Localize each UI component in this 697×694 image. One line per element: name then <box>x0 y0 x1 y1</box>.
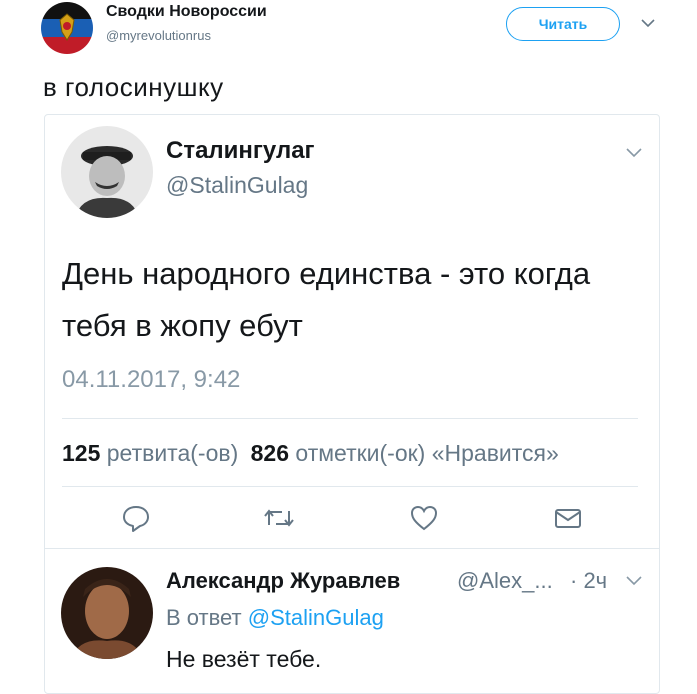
tweet-stats: 125 ретвита(-ов) 826 отметки(-ок) «Нрави… <box>62 440 659 467</box>
in-reply-handle-link[interactable]: @StalinGulag <box>248 605 384 630</box>
reply-author-handle[interactable]: @Alex_... <box>457 568 553 594</box>
reply-time[interactable]: · 2ч <box>570 568 607 594</box>
retweet-icon[interactable] <box>262 503 294 533</box>
quoted-author-avatar[interactable] <box>61 126 153 218</box>
in-reply-prefix: В ответ <box>166 605 242 630</box>
chevron-down-icon[interactable] <box>624 146 644 165</box>
quoted-author-handle[interactable]: @StalinGulag <box>166 172 308 199</box>
in-reply-to: В ответ @StalinGulag <box>166 605 384 631</box>
tweet-text: в голосинушку <box>43 72 224 102</box>
flag-avatar-icon <box>41 2 93 54</box>
chevron-down-icon[interactable] <box>640 16 656 34</box>
chevron-down-icon[interactable] <box>624 574 644 593</box>
reply-icon[interactable] <box>121 503 151 533</box>
likes-count[interactable]: 826 <box>251 440 289 466</box>
like-icon[interactable] <box>409 503 439 533</box>
quoted-tweet-text: День народного единства - это когда тебя… <box>62 256 591 343</box>
author-name[interactable]: Сводки Новороссии <box>106 3 267 21</box>
quoted-author-name[interactable]: Сталингулаг <box>166 137 315 165</box>
reply-text: Не везёт тебе. <box>166 646 322 672</box>
portrait-avatar-icon <box>61 126 153 218</box>
likes-label[interactable]: отметки(-ок) «Нравится» <box>295 440 558 466</box>
reply-author-avatar[interactable] <box>61 567 153 659</box>
reply-author-name[interactable]: Александр Журавлев <box>166 568 400 594</box>
author-handle[interactable]: @myrevolutionrus <box>106 28 211 43</box>
message-icon[interactable] <box>553 503 583 533</box>
retweets-count[interactable]: 125 <box>62 440 100 466</box>
retweets-label[interactable]: ретвита(-ов) <box>107 440 238 466</box>
follow-button[interactable]: Читать <box>506 7 620 41</box>
divider <box>62 418 638 419</box>
author-avatar[interactable] <box>41 2 93 54</box>
portrait-avatar-icon <box>61 567 153 659</box>
divider <box>62 486 638 487</box>
tweet-timestamp[interactable]: 04.11.2017, 9:42 <box>62 366 240 394</box>
divider <box>44 548 660 549</box>
